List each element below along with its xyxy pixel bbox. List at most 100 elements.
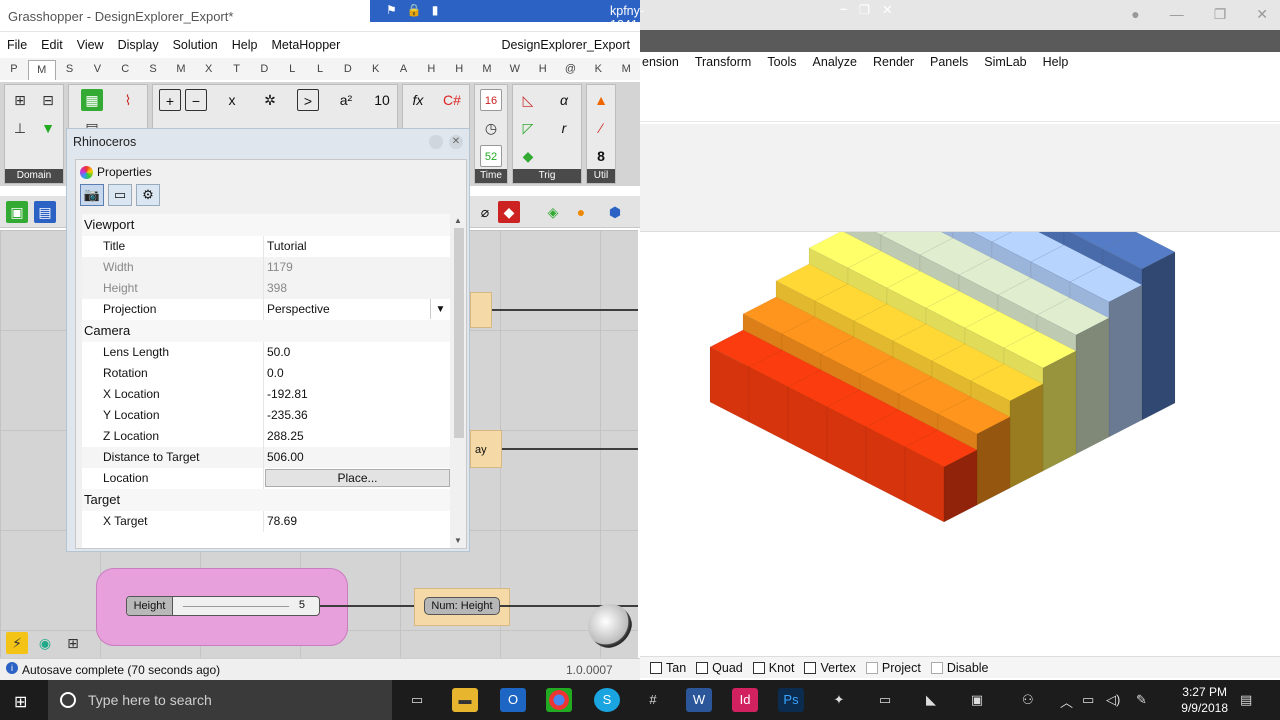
restore-icon[interactable]: ❐ (1214, 6, 1227, 23)
component-tab[interactable]: P (0, 63, 28, 75)
open-file-icon[interactable]: ▣ (6, 201, 28, 223)
projection-select[interactable]: Perspective ▼ (264, 299, 450, 320)
task-view-icon[interactable]: ▭ (404, 688, 430, 712)
menu-help[interactable]: Help (225, 38, 265, 52)
globe-icon[interactable]: ◉ (34, 632, 56, 654)
close-icon[interactable]: ✕ (449, 135, 463, 149)
skype-icon[interactable]: S (594, 688, 620, 712)
component-tab[interactable]: L (278, 63, 306, 75)
word-icon[interactable]: W (686, 688, 712, 712)
menu-render[interactable]: Render (865, 55, 922, 69)
menu-panels[interactable]: Panels (922, 55, 976, 69)
component-tab[interactable]: K (584, 63, 612, 75)
property-scrollbar[interactable]: ▲ ▼ (452, 214, 466, 548)
calendar-icon[interactable]: 16 (480, 89, 502, 111)
radius-icon[interactable]: r (553, 117, 575, 139)
eight-icon[interactable]: 8 (590, 145, 612, 167)
component-tab[interactable]: L (306, 63, 334, 75)
chrome-icon[interactable] (546, 688, 572, 712)
component-tab[interactable]: W (501, 63, 529, 75)
component-tab[interactable]: A (390, 63, 418, 75)
title-field[interactable]: Tutorial (264, 236, 450, 257)
menu-transform[interactable]: Transform (687, 55, 760, 69)
clock[interactable]: 3:27 PM 9/9/2018 (1181, 684, 1228, 716)
network-icon[interactable]: ▭ (1082, 692, 1094, 708)
component-tab[interactable]: M (612, 63, 640, 75)
addition-icon[interactable]: + (159, 89, 181, 111)
arrow-icon[interactable]: ◆ (517, 145, 539, 167)
component-tab[interactable]: D (250, 63, 278, 75)
graph-icon[interactable]: ⌇ (117, 89, 139, 111)
matrix-icon[interactable]: ▦ (81, 89, 103, 111)
osnap-project[interactable]: Project (865, 661, 921, 675)
layer-icon[interactable]: ◈ (542, 201, 564, 223)
user-icon[interactable]: ● (1131, 6, 1139, 23)
material-icon[interactable]: ● (570, 201, 592, 223)
minimize-icon[interactable]: — (1170, 6, 1184, 23)
menu-edit[interactable]: Edit (34, 38, 70, 52)
osnap-disable[interactable]: Disable (930, 661, 989, 675)
component-tab[interactable]: D (334, 63, 362, 75)
angle-icon[interactable]: ◸ (517, 117, 539, 139)
windows-start-icon[interactable]: ⊞ (14, 692, 27, 712)
menu-display[interactable]: Display (111, 38, 166, 52)
component-stub[interactable]: ay (470, 430, 502, 468)
clock-icon[interactable]: ◷ (480, 117, 502, 139)
component-stub[interactable] (470, 292, 492, 328)
chevron-down-icon[interactable]: ▼ (430, 299, 450, 319)
command-prompt-icon[interactable]: ▣ (964, 688, 990, 712)
notifications-icon[interactable]: ▤ (1240, 692, 1252, 708)
shape-icon[interactable]: ⬢ (604, 201, 626, 223)
menu-file[interactable]: File (0, 38, 34, 52)
rotation-field[interactable]: 0.0 (264, 363, 450, 384)
osnap-tan[interactable]: Tan (650, 661, 686, 675)
camera-icon[interactable]: 📷 (80, 184, 104, 206)
x-target-field[interactable]: 78.69 (264, 511, 450, 532)
pin-icon[interactable]: ⚑ (386, 3, 397, 17)
slider-track[interactable] (183, 606, 289, 607)
search-box[interactable]: Type here to search (48, 680, 392, 720)
triangle-icon[interactable]: ◺ (517, 89, 539, 111)
component-tab[interactable]: X (195, 63, 223, 75)
menu-metahopper[interactable]: MetaHopper (264, 38, 347, 52)
restore-icon[interactable]: ❐ (859, 2, 870, 17)
random-icon[interactable]: ✲ (259, 89, 281, 111)
osnap-vertex[interactable]: Vertex (804, 661, 856, 675)
chevron-down-icon[interactable]: ▼ (454, 536, 462, 545)
outlook-icon[interactable]: O (500, 688, 526, 712)
component-tab[interactable]: S (139, 63, 167, 75)
minimize-icon[interactable]: – (840, 2, 847, 17)
chevron-up-icon[interactable]: ︿ (1060, 692, 1073, 711)
indesign-icon[interactable]: Id (732, 688, 758, 712)
chevron-up-icon[interactable]: ▲ (454, 216, 462, 225)
eraser-icon[interactable]: ⌀ (474, 201, 496, 223)
function-icon[interactable]: fx (407, 89, 429, 111)
osnap-knot[interactable]: Knot (752, 661, 794, 675)
component-tab[interactable]: H (417, 63, 445, 75)
scroll-thumb[interactable] (454, 228, 464, 438)
week-icon[interactable]: 52 (480, 145, 502, 167)
component-tab[interactable]: T (223, 63, 251, 75)
menu-tools[interactable]: Tools (759, 55, 804, 69)
menu-help[interactable]: Help (1035, 55, 1077, 69)
lock-icon[interactable]: 🔒 (407, 3, 422, 17)
osnap-quad[interactable]: Quad (696, 661, 743, 675)
close-icon[interactable]: ✕ (1256, 6, 1268, 23)
peak-icon[interactable]: ▲ (590, 89, 612, 111)
bolt-icon[interactable]: ⚡ (6, 632, 28, 654)
sliders-icon[interactable]: ⊞ (62, 632, 84, 654)
num-height-param[interactable]: Num: Height (424, 597, 500, 615)
z-location-field[interactable]: 288.25 (264, 426, 450, 447)
greater-than-icon[interactable]: > (297, 89, 319, 111)
close-icon[interactable]: ✕ (882, 2, 892, 17)
rhino-icon[interactable]: ◣ (918, 688, 944, 712)
viewport-frame-icon[interactable]: ▭ (108, 184, 132, 206)
component-tab[interactable]: H (445, 63, 473, 75)
curve-icon[interactable]: ⁄ (590, 117, 612, 139)
volume-icon[interactable]: ◁) (1106, 692, 1120, 708)
component-tab[interactable]: V (84, 63, 112, 75)
place-button[interactable]: Place... (265, 469, 450, 487)
perspective-viewport[interactable] (640, 232, 1280, 656)
menu-solution[interactable]: Solution (166, 38, 225, 52)
bounds-icon[interactable]: ⊟ (37, 89, 59, 111)
